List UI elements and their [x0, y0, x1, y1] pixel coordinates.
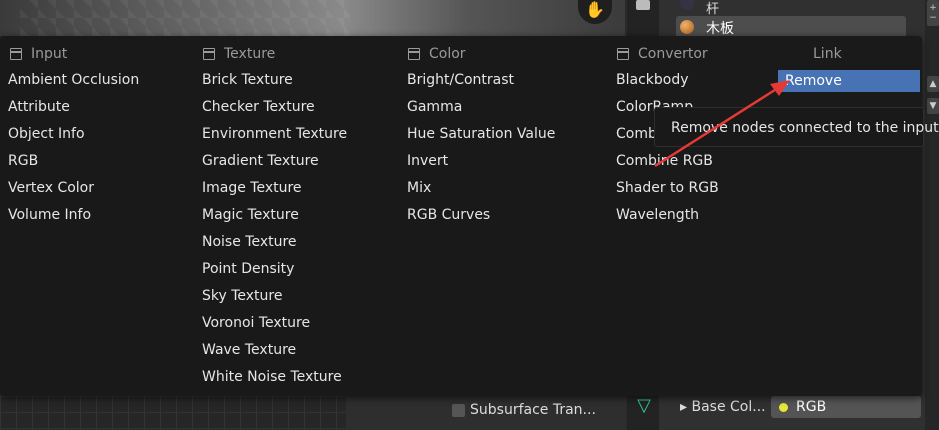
menu-item[interactable]: Hue Saturation Value — [407, 121, 555, 148]
subsurface-checkbox[interactable] — [452, 404, 465, 417]
add-node-menu: Input Ambient Occlusion Attribute Object… — [0, 36, 922, 396]
menu-item[interactable]: Brick Texture — [202, 67, 293, 94]
menu-item[interactable]: Vertex Color — [8, 175, 94, 202]
menu-item[interactable]: Attribute — [8, 94, 70, 121]
menu-item[interactable]: Bright/Contrast — [407, 67, 514, 94]
base-color-label[interactable]: ▸ Base Col... — [680, 399, 766, 415]
menu-item[interactable]: Voronoi Texture — [202, 310, 310, 337]
menu-item[interactable]: Wavelength — [616, 202, 699, 229]
menu-item[interactable]: Sky Texture — [202, 283, 282, 310]
menu-item[interactable]: Shader to RGB — [616, 175, 719, 202]
menu-item[interactable]: Mix — [407, 175, 431, 202]
remove-slot-button[interactable]: − — [927, 10, 939, 26]
menu-item[interactable]: Checker Texture — [202, 94, 315, 121]
menu-item[interactable]: Gradient Texture — [202, 148, 319, 175]
menu-header-input: Input — [10, 45, 67, 63]
menu-item[interactable]: White Noise Texture — [202, 364, 342, 391]
menu-header-convertor: Convertor — [617, 45, 708, 63]
menu-item[interactable]: RGB — [8, 148, 38, 175]
side-button-strip — [925, 0, 939, 430]
menu-item[interactable]: Noise Texture — [202, 229, 297, 256]
node-header-icon — [408, 48, 420, 60]
menu-item[interactable]: Blackbody — [616, 67, 689, 94]
shader-node-icon[interactable]: ▽ — [632, 394, 656, 418]
menu-header-color: Color — [408, 45, 466, 63]
menu-item[interactable]: Invert — [407, 148, 448, 175]
node-editor-grid — [0, 396, 346, 430]
node-header-icon — [203, 48, 215, 60]
menu-item[interactable]: RGB Curves — [407, 202, 490, 229]
tooltip: Remove nodes connected to the input. — [654, 107, 939, 147]
base-color-value: RGB — [796, 399, 827, 415]
material-sphere-icon — [680, 20, 694, 34]
material-name: 木板 — [706, 21, 734, 37]
expand-icon[interactable]: ▸ — [680, 399, 691, 415]
base-color-field[interactable] — [771, 396, 921, 418]
tool-icon[interactable] — [636, 0, 650, 10]
menu-item[interactable]: Wave Texture — [202, 337, 296, 364]
node-header-icon — [617, 48, 629, 60]
node-header-icon — [10, 48, 22, 60]
menu-item-remove[interactable]: Remove — [778, 70, 920, 92]
menu-item[interactable]: Gamma — [407, 94, 462, 121]
menu-header-link: Link — [813, 46, 842, 62]
menu-item[interactable]: Magic Texture — [202, 202, 299, 229]
menu-item[interactable]: Point Density — [202, 256, 294, 283]
menu-item[interactable]: Combine RGB — [616, 148, 713, 175]
move-up-button[interactable]: ▲ — [927, 76, 939, 92]
subsurface-label: Subsurface Tran... — [470, 402, 596, 418]
menu-item[interactable]: Ambient Occlusion — [8, 67, 139, 94]
viewport-checker — [20, 0, 350, 36]
menu-item[interactable]: Volume Info — [8, 202, 91, 229]
socket-icon — [779, 403, 788, 412]
menu-item[interactable]: Image Texture — [202, 175, 302, 202]
material-name: 杆 — [706, 2, 720, 17]
menu-item[interactable]: Object Info — [8, 121, 85, 148]
menu-header-texture: Texture — [203, 45, 275, 63]
menu-item[interactable]: Environment Texture — [202, 121, 347, 148]
